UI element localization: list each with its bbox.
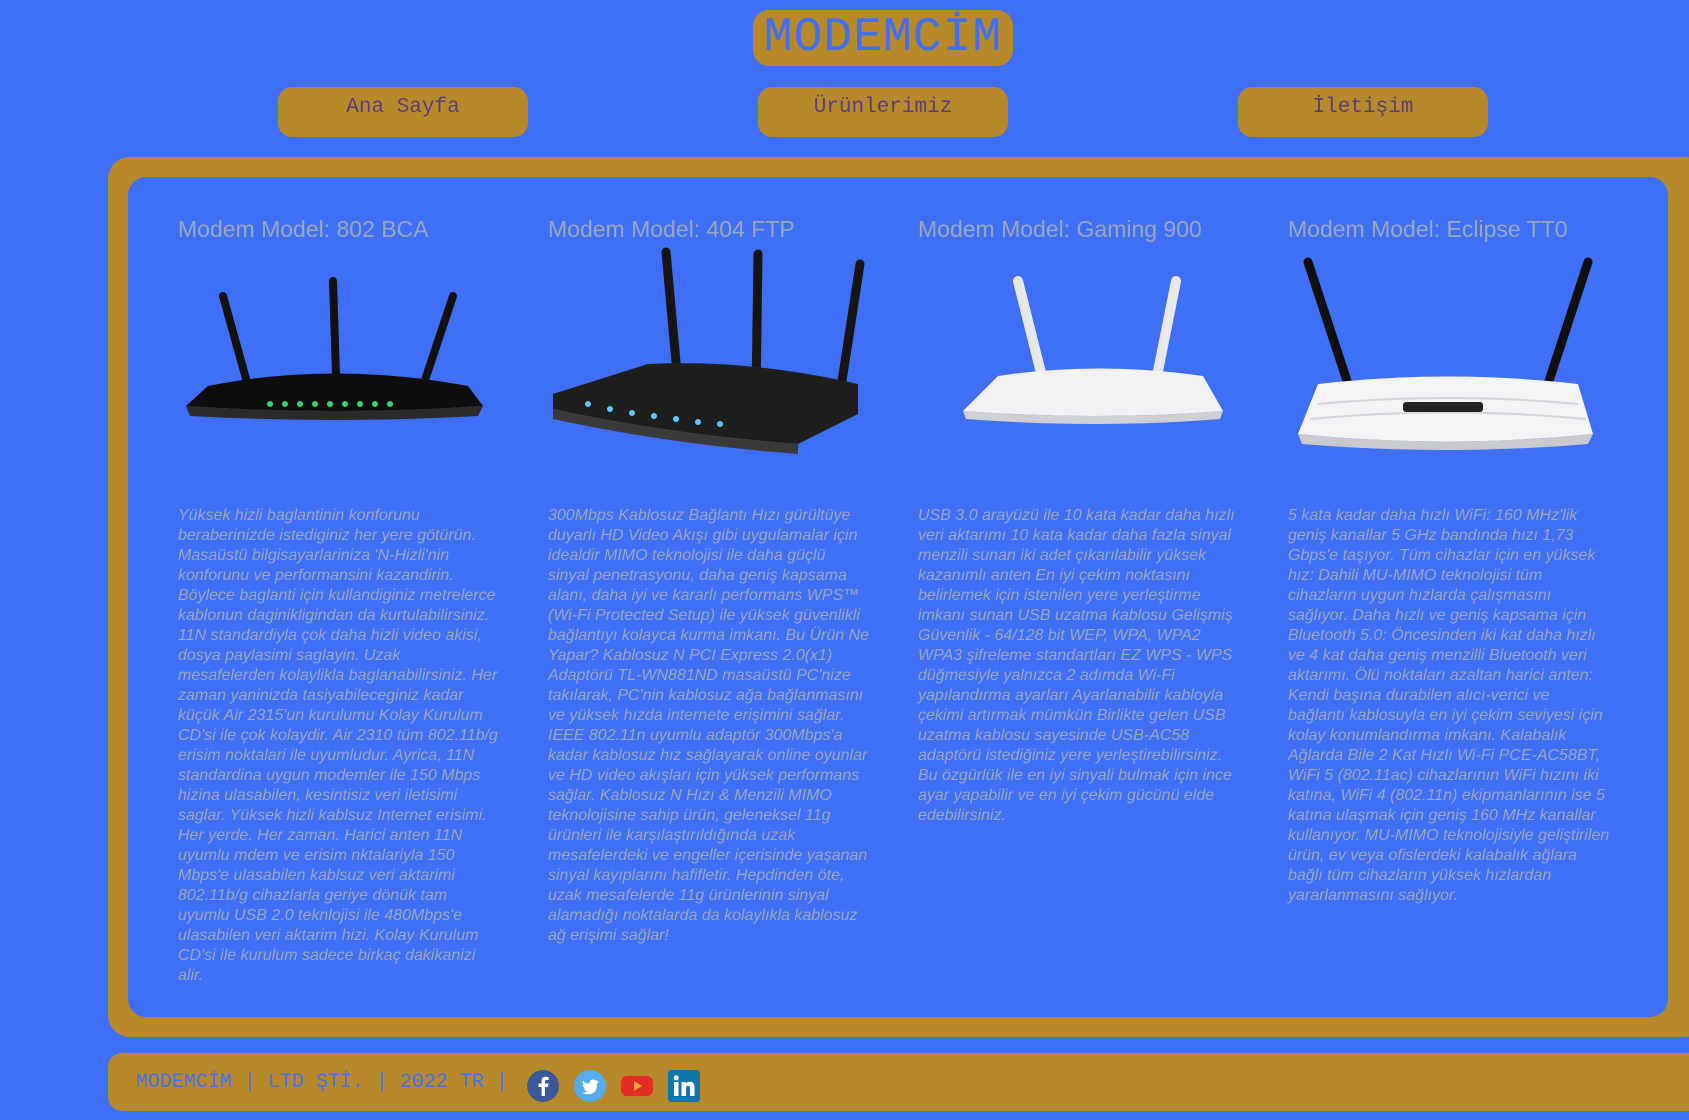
twitter-icon[interactable] [574,1070,606,1102]
nav-home-button[interactable]: Ana Sayfa [278,87,528,137]
facebook-icon[interactable] [527,1070,559,1102]
nav-products-button[interactable]: Ürünlerimiz [758,87,1008,137]
router-image [963,276,1223,424]
product-card: Modem Model: Gaming 900 USB 3.0 arayüzü … [918,216,1238,824]
product-title: Modem Model: 404 FTP [548,216,795,242]
footer: MODEMCİM | LTD ŞTİ. | 2022 TR | [108,1053,1689,1111]
product-title: Modem Model: 802 BCA [178,216,429,242]
product-description: USB 3.0 arayüzü ile 10 kata kadar daha h… [918,507,1235,824]
router-image [553,247,865,454]
product-card: Modem Model: 404 FTP 300Mbps Kablosuz Ba… [548,216,869,944]
product-description: 300Mbps Kablosuz Bağlantı Hızı gürültüye… [548,507,870,944]
product-description: 5 kata kadar daha hızlı WiFi: 160 MHz'li… [1288,507,1610,904]
site-logo[interactable]: MODEMCİM [753,10,1013,66]
product-description: Yüksek hizli baglantinin konforunu berab… [178,507,498,984]
footer-text: MODEMCİM | LTD ŞTİ. | 2022 TR | [136,1071,509,1094]
linkedin-icon[interactable] [668,1070,700,1102]
product-title: Modem Model: Gaming 900 [918,216,1202,242]
nav-contact-button[interactable]: İletişim [1238,87,1488,137]
router-image [186,277,483,420]
product-card: Modem Model: 802 BCA Yüksek hizli baglan… [178,216,498,984]
product-title: Modem Model: Eclipse TT0 [1288,216,1568,242]
youtube-icon[interactable] [621,1070,653,1102]
router-image [1298,257,1593,450]
product-card: Modem Model: Eclipse TT0 5 kata kadar da… [1288,216,1609,904]
